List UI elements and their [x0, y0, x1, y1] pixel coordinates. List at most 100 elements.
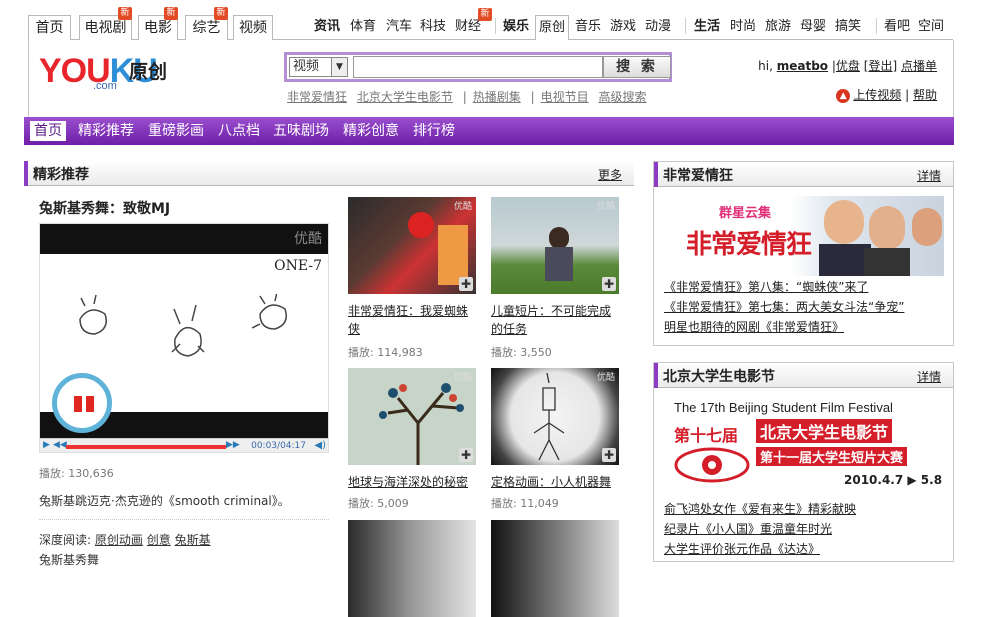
search-category-select[interactable]: 视频 ▼	[289, 57, 348, 77]
user-greeting: hi,	[758, 59, 773, 73]
subnav-creative[interactable]: 精彩创意	[343, 122, 399, 140]
new-badge: 新	[118, 7, 132, 20]
top-tab-variety[interactable]: 综艺新	[185, 7, 228, 40]
video-plays: 播放: 3,550	[491, 346, 552, 359]
related-tag[interactable]: 兔斯基	[175, 533, 211, 547]
top-tab-tv[interactable]: 电视剧新	[79, 7, 132, 40]
rewind-icon[interactable]: ◀◀	[53, 440, 67, 450]
top-tab-video[interactable]: 视频	[233, 15, 273, 40]
video-title[interactable]: 非常爱情狂：我爱蜘蛛侠	[348, 302, 476, 338]
banner-face	[869, 206, 905, 250]
video-player[interactable]: 优酷 ONE-7 ▶ ◀◀ ▶▶ 00:03/04:17 ◀)	[39, 223, 329, 453]
progress-bar[interactable]	[66, 445, 226, 449]
video-thumbnail[interactable]: 优酷 ✚	[491, 197, 619, 294]
film-festival-panel: 北京大学生电影节 详情 The 17th Beijing Student Fil…	[653, 362, 954, 562]
add-to-playlist-icon[interactable]: ✚	[459, 448, 473, 462]
top-link-music[interactable]: 音乐	[575, 18, 601, 36]
top-link-anime[interactable]: 动漫	[645, 18, 671, 36]
youpan-link[interactable]: 优盘	[836, 59, 860, 73]
top-link-ent[interactable]: 娱乐	[503, 18, 529, 36]
panel-detail-link[interactable]: 详情	[917, 368, 941, 385]
thumb-figure	[549, 227, 569, 249]
player-controls: ▶ ◀◀ ▶▶ 00:03/04:17 ◀)	[40, 438, 328, 452]
top-tab-tv-label: 电视剧	[84, 20, 127, 36]
help-link[interactable]: 帮助	[913, 88, 937, 102]
top-link-games[interactable]: 游戏	[610, 18, 636, 36]
festival-link[interactable]: 大学生评价张元作品《达达》	[664, 540, 820, 557]
subnav-ranking[interactable]: 排行榜	[413, 122, 455, 140]
subnav-blockbuster[interactable]: 重磅影画	[148, 122, 204, 140]
top-link-fashion[interactable]: 时尚	[730, 18, 756, 36]
video-title[interactable]: 地球与海洋深处的秘密	[348, 473, 476, 491]
top-link-sports[interactable]: 体育	[350, 18, 376, 36]
top-link-travel[interactable]: 旅游	[765, 18, 791, 36]
related-tag[interactable]: 原创动画	[95, 533, 143, 547]
player-frame-top: 优酷	[40, 224, 328, 254]
related-tag[interactable]: 创意	[147, 533, 171, 547]
video-thumbnail[interactable]: 优酷 ✚	[348, 368, 476, 465]
advanced-search-link[interactable]: 高级搜索	[598, 90, 646, 104]
top-tab-home[interactable]: 首页	[28, 15, 71, 40]
playlist-link[interactable]: 点播单	[901, 59, 937, 73]
video-thumbnail[interactable]	[348, 520, 476, 617]
add-to-playlist-icon[interactable]: ✚	[602, 277, 616, 291]
top-link-original[interactable]: 原创	[535, 15, 569, 40]
love-series-link[interactable]: 《非常爱情狂》第七集：两大美女斗法“争宠”	[664, 298, 904, 315]
hot-link[interactable]: 电视节目	[541, 90, 589, 104]
new-badge: 新	[164, 7, 178, 20]
main-video-plays: 播放: 130,636	[39, 467, 114, 480]
search-button[interactable]: 搜 索	[603, 56, 671, 78]
video-title[interactable]: 儿童短片：不可能完成的任务	[491, 302, 619, 338]
featured-more-link[interactable]: 更多	[598, 166, 622, 183]
hot-link[interactable]: 热播剧集	[473, 90, 521, 104]
section-accent-bar	[654, 162, 658, 187]
top-link-kanba[interactable]: 看吧	[884, 18, 910, 36]
pause-button[interactable]	[52, 373, 112, 433]
video-thumbnail[interactable]: 优酷 ✚	[348, 197, 476, 294]
top-nav: 首页 电视剧新 电影新 综艺新 视频 资讯 体育 汽车 科技 财经 新 娱乐 原…	[0, 0, 997, 40]
forward-icon[interactable]: ▶▶	[226, 440, 240, 450]
upload-video-link[interactable]: 上传视频	[853, 88, 901, 102]
rabbit-animation	[79, 294, 287, 357]
top-link-life[interactable]: 生活	[694, 18, 720, 36]
top-link-baby[interactable]: 母婴	[800, 18, 826, 36]
festival-link[interactable]: 纪录片《小人国》重温童年时光	[664, 520, 832, 537]
volume-icon[interactable]: ◀)	[314, 440, 326, 451]
subnav-home[interactable]: 首页	[30, 121, 66, 141]
truncated-item[interactable]: 兔斯基秀舞	[39, 551, 99, 568]
add-to-playlist-icon[interactable]: ✚	[602, 448, 616, 462]
panel-detail-link[interactable]: 详情	[917, 167, 941, 184]
new-badge: 新	[478, 8, 492, 21]
subnav-theater[interactable]: 五味剧场	[273, 122, 329, 140]
pause-icon	[86, 396, 94, 412]
play-icon[interactable]: ▶	[43, 440, 50, 450]
top-link-space[interactable]: 空间	[918, 18, 944, 36]
top-link-tech[interactable]: 科技	[420, 18, 446, 36]
video-thumbnail[interactable]: 优酷 ✚	[491, 368, 619, 465]
panel-header: 非常爱情狂 详情	[654, 162, 953, 187]
main-video-title[interactable]: 兔斯基秀舞：致敬MJ	[39, 198, 170, 218]
top-tab-movie[interactable]: 电影新	[138, 7, 178, 40]
user-name-link[interactable]: meatbo	[777, 59, 828, 73]
subnav-recommend[interactable]: 精彩推荐	[78, 122, 134, 140]
hot-link[interactable]: 非常爱情狂	[287, 90, 347, 104]
love-series-link[interactable]: 《非常爱情狂》第八集：“蜘蛛侠”来了	[664, 278, 868, 295]
love-series-link[interactable]: 明星也期待的网剧《非常爱情狂》	[664, 318, 844, 335]
video-thumbnail[interactable]	[491, 520, 619, 617]
search-input[interactable]	[353, 56, 603, 78]
festival-link[interactable]: 俞飞鸿处女作《爱有来生》精彩献映	[664, 500, 856, 517]
video-title[interactable]: 定格动画：小人机器舞	[491, 473, 619, 491]
hot-link[interactable]: 北京大学生电影节	[357, 90, 453, 104]
thumb-figure	[438, 225, 468, 285]
top-link-finance[interactable]: 财经	[455, 18, 481, 36]
add-to-playlist-icon[interactable]: ✚	[459, 277, 473, 291]
logout-link[interactable]: 登出	[868, 59, 892, 73]
love-series-banner[interactable]: 群星云集 非常爱情狂	[664, 196, 944, 276]
top-link-news[interactable]: 资讯	[314, 18, 340, 36]
top-link-funny[interactable]: 搞笑	[835, 18, 861, 36]
top-link-auto[interactable]: 汽车	[386, 18, 412, 36]
film-festival-banner[interactable]: The 17th Beijing Student Film Festival 第…	[664, 397, 944, 495]
subnav-eight-oclock[interactable]: 八点档	[218, 122, 260, 140]
thumbnail-watermark: 优酷	[596, 373, 615, 383]
banner-face	[824, 200, 864, 244]
